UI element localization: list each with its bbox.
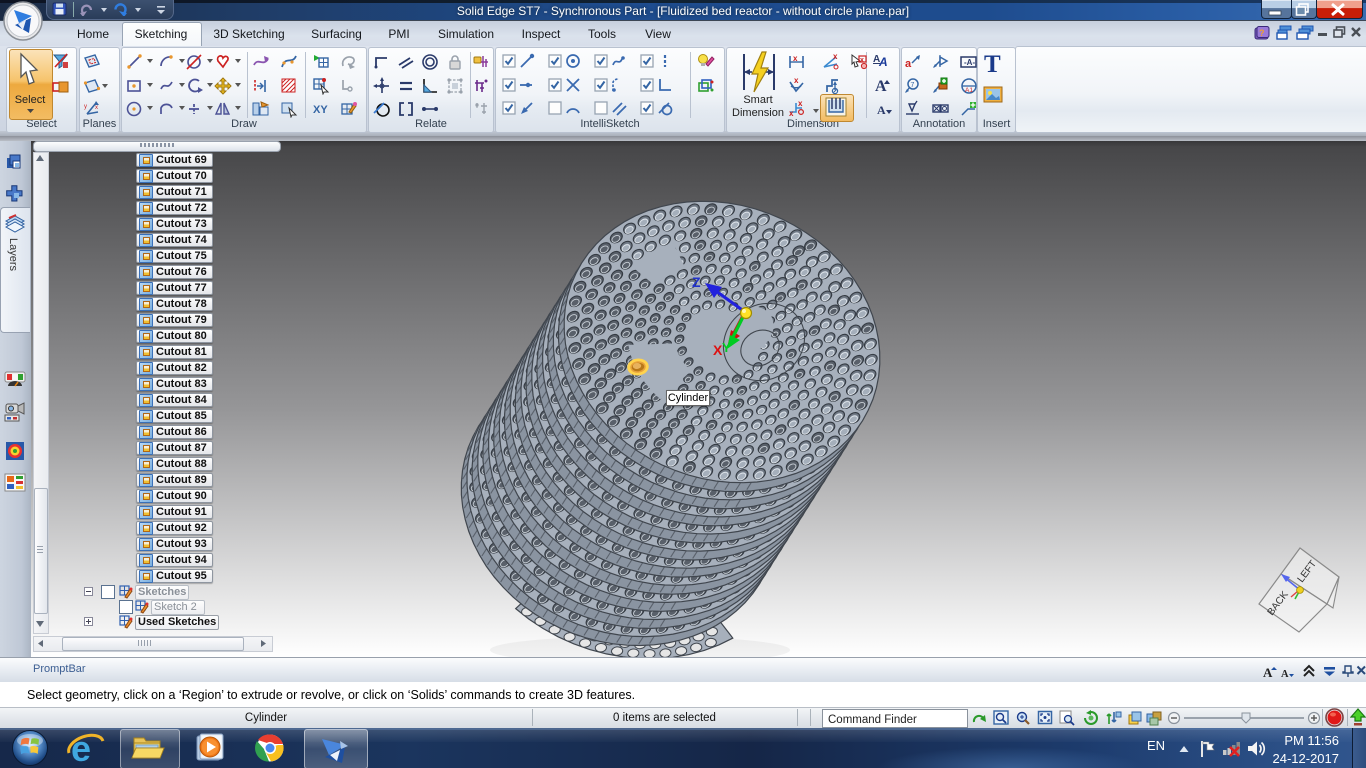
svg-text:x: x xyxy=(95,105,98,111)
svg-text:XY: XY xyxy=(313,104,328,116)
svg-text:x: x xyxy=(789,109,794,118)
svg-text:A: A xyxy=(1281,669,1289,679)
svg-text:x: x xyxy=(860,57,864,64)
svg-text:A1: A1 xyxy=(965,87,973,94)
svg-text:-A-: -A- xyxy=(964,58,975,67)
svg-text:A: A xyxy=(877,103,886,117)
svg-text:A: A xyxy=(875,78,887,95)
svg-text:x: x xyxy=(833,53,838,61)
svg-text:?: ? xyxy=(1259,28,1265,38)
svg-text:Y: Y xyxy=(722,340,731,355)
svg-text:y: y xyxy=(84,104,87,110)
svg-text:x: x xyxy=(793,54,798,63)
svg-text:a: a xyxy=(905,58,912,70)
svg-text:A: A xyxy=(1263,665,1273,679)
svg-text:A: A xyxy=(878,55,888,69)
svg-text:x: x xyxy=(794,77,799,85)
svg-text:T: T xyxy=(984,51,1001,78)
svg-text:Z: Z xyxy=(692,274,701,290)
svg-text:7: 7 xyxy=(911,82,915,89)
svg-text:x: x xyxy=(798,100,803,108)
